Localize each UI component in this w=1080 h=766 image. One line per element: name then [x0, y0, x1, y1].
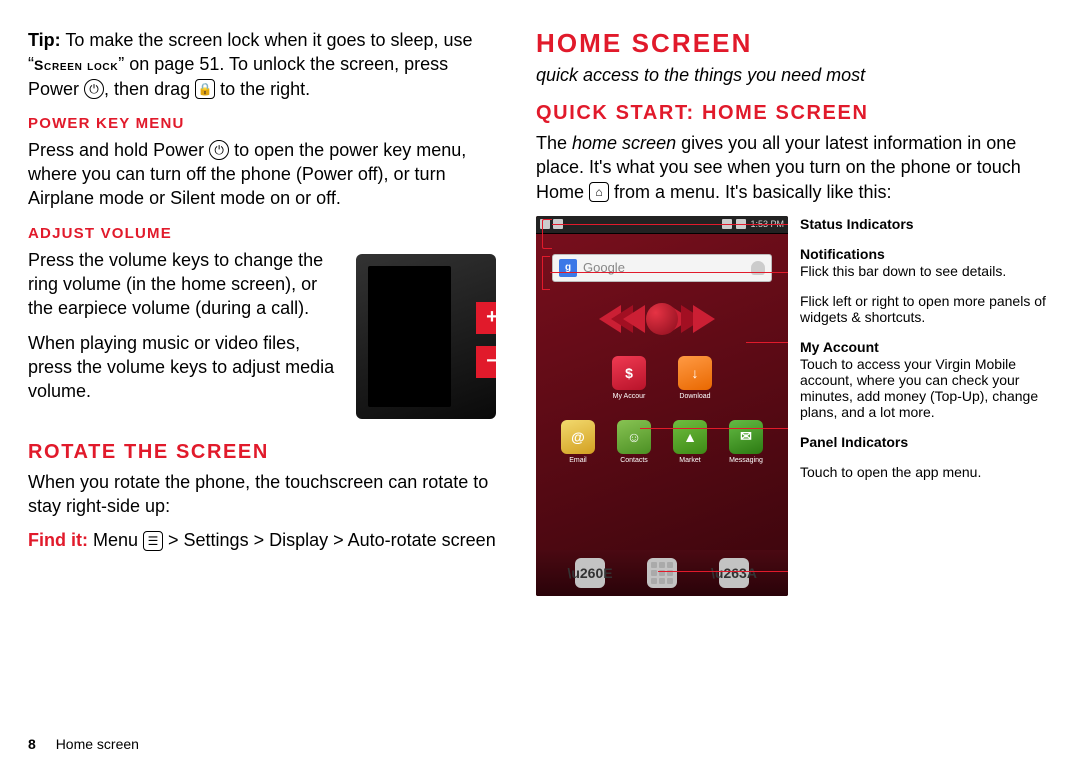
- phone-dialer-icon[interactable]: \u260E: [575, 558, 605, 588]
- tip-paragraph: Tip: To make the screen lock when it goe…: [28, 28, 496, 101]
- callout-notifications: Notifications Flick this bar down to see…: [800, 246, 1046, 279]
- page-section-label: Home screen: [56, 736, 139, 752]
- rotate-p1: When you rotate the phone, the touchscre…: [28, 470, 496, 519]
- right-column: Home screen quick access to the things y…: [528, 28, 1048, 752]
- findit-line: Find it: Menu ☰ > Settings > Display > A…: [28, 528, 496, 552]
- app-icon-msg[interactable]: ✉Messaging: [725, 420, 767, 464]
- app-icon-market[interactable]: ▲Market: [669, 420, 711, 464]
- menu-icon: ☰: [143, 531, 163, 551]
- contacts-dock-icon[interactable]: \u263A: [719, 558, 749, 588]
- panel-swipe-indicator[interactable]: [536, 298, 788, 340]
- intro-text: The home screen gives you all your lates…: [536, 131, 1048, 204]
- phone-side-image: + −: [356, 254, 496, 419]
- tip-label: Tip:: [28, 30, 61, 50]
- lock-icon: 🔒: [195, 79, 215, 99]
- app-icon-myacct[interactable]: $My Accour: [608, 356, 650, 400]
- app-icon-dload[interactable]: ↓Download: [674, 356, 716, 400]
- page-subtitle: quick access to the things you need most: [536, 65, 1048, 86]
- quickstart-heading: Quick start: Home screen: [536, 102, 1048, 125]
- rotate-heading: Rotate the screen: [28, 441, 496, 464]
- power-key-menu-text: Press and hold Power ⏻ to open the power…: [28, 138, 496, 211]
- app-icon-contacts[interactable]: ☺Contacts: [613, 420, 655, 464]
- power-icon: ⏻: [209, 140, 229, 160]
- volume-up-icon: +: [476, 302, 496, 334]
- google-g-icon: g: [559, 259, 577, 277]
- callout-panel-indicators: Panel Indicators: [800, 434, 1046, 450]
- phone-screenshot: 1:53 PM g Google $My Accour↓Download @Em…: [536, 216, 788, 596]
- panel-knob-icon: [646, 303, 678, 335]
- callout-my-account: My Account Touch to access your Virgin M…: [800, 339, 1046, 420]
- dock: \u260E \u263A: [536, 550, 788, 596]
- left-column: Tip: To make the screen lock when it goe…: [28, 28, 528, 752]
- power-icon: ⏻: [84, 79, 104, 99]
- search-field[interactable]: g Google: [552, 254, 772, 282]
- callout-status: Status Indicators: [800, 216, 1046, 232]
- page-title: Home screen: [536, 28, 1048, 59]
- page-number: 8: [28, 736, 36, 752]
- app-icon-email[interactable]: @Email: [557, 420, 599, 464]
- volume-down-icon: −: [476, 346, 496, 378]
- callouts: Status Indicators Notifications Flick th…: [800, 216, 1046, 494]
- page-footer: 8 Home screen: [28, 736, 139, 752]
- callout-app-menu: Touch to open the app menu.: [800, 464, 1046, 480]
- power-key-menu-heading: Power key menu: [28, 115, 496, 132]
- app-row-1: $My Accour ↓Download: [536, 356, 788, 400]
- home-icon: ⌂: [589, 182, 609, 202]
- adjust-volume-heading: Adjust volume: [28, 225, 496, 242]
- app-row-2: @Email ☺Contacts ▲Market ✉Messaging: [536, 420, 788, 464]
- findit-label: Find it:: [28, 530, 88, 550]
- app-drawer-icon[interactable]: [647, 558, 677, 588]
- callout-swipe: Flick left or right to open more panels …: [800, 293, 1046, 325]
- screenlock-label: Screen lock: [34, 57, 118, 73]
